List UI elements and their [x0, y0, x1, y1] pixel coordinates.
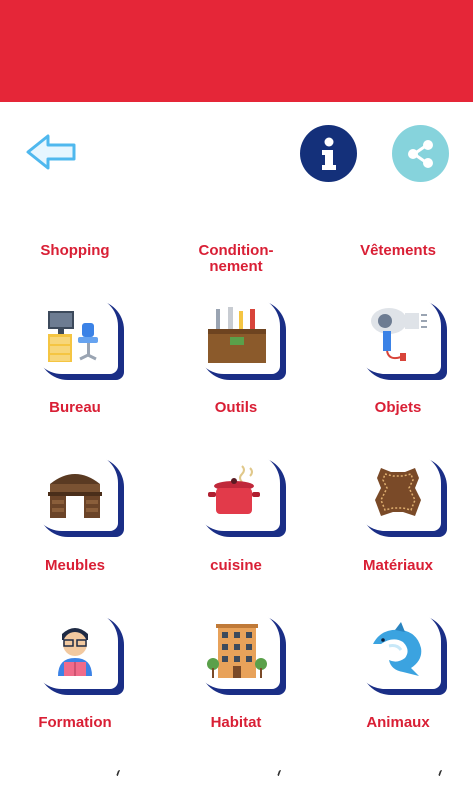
tile-card: [194, 296, 280, 374]
category-label-conditionnement[interactable]: Condition- nement: [161, 243, 311, 275]
share-button[interactable]: [392, 125, 449, 182]
next-row-tile-edge: [276, 770, 286, 776]
category-tile-meubles[interactable]: [32, 453, 124, 537]
tile-card: [355, 296, 441, 374]
back-button[interactable]: [24, 132, 80, 172]
category-tile-objets[interactable]: [355, 296, 447, 380]
category-label: Formation: [38, 714, 112, 731]
info-icon: [321, 137, 336, 170]
category-label-shopping[interactable]: Shopping: [0, 243, 150, 259]
category-tile-cuisine[interactable]: [194, 453, 286, 537]
category-label: Animaux: [366, 714, 430, 731]
top-app-bar: [0, 0, 473, 102]
back-arrow-icon: [26, 134, 76, 170]
next-row-tile-edge: [115, 770, 125, 776]
category-tile-animaux[interactable]: [355, 611, 447, 695]
info-button[interactable]: [300, 125, 357, 182]
category-tile-habitat[interactable]: [194, 611, 286, 695]
tile-card: [194, 611, 280, 689]
next-row-tile-edge: [437, 770, 447, 776]
tile-card: [355, 453, 441, 531]
student-icon: [58, 628, 92, 676]
category-label: Outils: [214, 399, 258, 416]
category-tile-bureau[interactable]: [32, 296, 124, 380]
tile-card: [32, 611, 118, 689]
toolbox-icon: [208, 307, 266, 363]
category-label: Bureau: [49, 399, 101, 416]
building-icon: [207, 624, 267, 678]
tile-card: [32, 296, 118, 374]
desk-furniture-icon: [48, 474, 102, 518]
category-label: Objets: [374, 399, 422, 416]
category-label: cuisine: [210, 557, 262, 574]
office-desk-icon: [48, 311, 98, 362]
dolphin-icon: [373, 622, 422, 676]
category-tile-materiaux[interactable]: [355, 453, 447, 537]
category-label: Matériaux: [362, 557, 434, 574]
tile-card: [194, 453, 280, 531]
category-label: Habitat: [210, 714, 262, 731]
category-tile-formation[interactable]: [32, 611, 124, 695]
hair-dryer-icon: [371, 308, 427, 361]
tile-card: [355, 611, 441, 689]
tile-card: [32, 453, 118, 531]
category-label-vetements[interactable]: Vêtements: [323, 243, 473, 259]
cooking-pot-icon: [208, 465, 260, 514]
category-tile-outils[interactable]: [194, 296, 286, 380]
leather-icon: [375, 468, 421, 516]
category-label: Meubles: [44, 557, 105, 574]
share-icon: [407, 139, 433, 168]
